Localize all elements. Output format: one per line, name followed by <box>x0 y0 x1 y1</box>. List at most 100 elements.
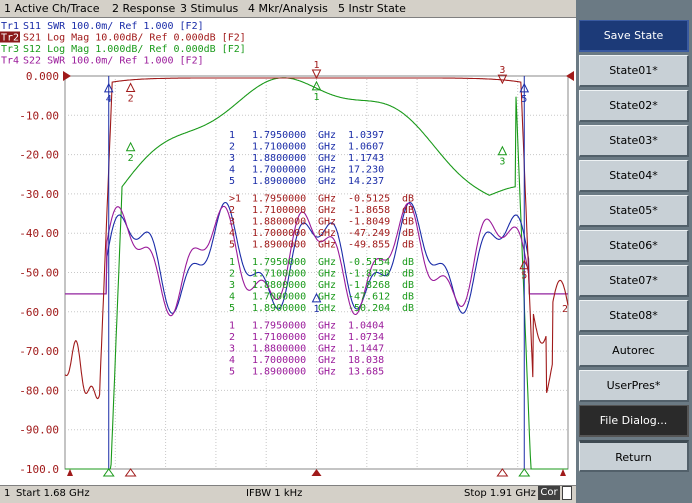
menu-stimulus[interactable]: 3 Stimulus <box>180 2 238 15</box>
state01-button[interactable]: State01* <box>579 55 689 87</box>
marker-value: 17.230 <box>348 165 384 176</box>
marker-label: 2 <box>128 153 134 164</box>
marker-value: -1.8658 <box>348 205 390 216</box>
y-tick-label: -80.00 <box>19 384 59 397</box>
y-tick-label: -50.00 <box>19 267 59 280</box>
marker-unit: GHz <box>318 130 336 141</box>
trace-label: Tr4 <box>1 56 19 67</box>
channel-number: 1 <box>4 488 11 499</box>
marker-value: 1.0397 <box>348 130 384 141</box>
marker-id: 5 <box>229 367 235 378</box>
stop-frequency[interactable]: Stop 1.91 GHz <box>464 488 536 499</box>
marker-value-unit: dB <box>402 228 414 239</box>
trace-setting: S21 Log Mag 10.00dB/ Ref 0.000dB [F2] <box>23 33 246 44</box>
marker-unit: GHz <box>318 205 336 216</box>
save-state-header[interactable]: Save State <box>579 20 689 52</box>
marker-frequency: 1.7950000 <box>252 130 306 141</box>
marker-label: 1 <box>314 304 320 315</box>
trace-display[interactable]: Tr1 S11 SWR 100.0m/ Ref 1.000 [F2] Tr2 S21 … <box>0 18 576 485</box>
userpres-button[interactable]: UserPres* <box>579 370 689 402</box>
marker-id: 5 <box>229 303 235 314</box>
trace-setting: S12 Log Mag 1.000dB/ Ref 0.000dB [F2] <box>23 44 246 55</box>
marker-label: 1 <box>314 60 320 71</box>
marker-value: -49.855 <box>348 240 390 251</box>
marker-frequency: 1.7950000 <box>252 257 306 268</box>
start-marker <box>67 469 73 476</box>
menu-mkr-analysis[interactable]: 4 Mkr/Analysis <box>248 2 328 15</box>
y-tick-label: -90.00 <box>19 424 59 437</box>
marker-id: 3 <box>229 217 235 228</box>
marker-frequency: 1.7100000 <box>252 205 306 216</box>
marker-value: 1.0734 <box>348 332 384 343</box>
menu-response[interactable]: 2 Response <box>112 2 175 15</box>
marker-frequency: 1.7000000 <box>252 228 306 239</box>
marker-value: 1.0404 <box>348 321 384 332</box>
marker-id: 1 <box>229 321 235 332</box>
menu-active-ch-trace[interactable]: 1 Active Ch/Trace <box>4 2 100 15</box>
marker-frequency: 1.7100000 <box>252 269 306 280</box>
marker-value: 18.038 <box>348 355 384 366</box>
state02-button[interactable]: State02* <box>579 90 689 122</box>
marker-id: 2 <box>229 142 235 153</box>
marker-id: 2 <box>229 269 235 280</box>
marker-value-unit: dB <box>402 303 414 314</box>
marker-id: 3 <box>229 344 235 355</box>
marker-value: -0.5154 <box>348 257 390 268</box>
trace-label: Tr1 <box>1 21 19 32</box>
autorec-button[interactable]: Autorec <box>579 335 689 367</box>
marker-value: -1.8049 <box>348 217 390 228</box>
marker-label: 5 <box>521 271 527 282</box>
menu-instr-state[interactable]: 5 Instr State <box>338 2 406 15</box>
state07-button[interactable]: State07* <box>579 265 689 297</box>
marker-frequency: 1.7950000 <box>252 194 306 205</box>
file-dialog-button[interactable]: File Dialog... <box>579 405 689 437</box>
status-bar: 1 Start 1.68 GHz IFBW 1 kHz Stop 1.91 GH… <box>0 485 576 503</box>
marker-id: 5 <box>229 240 235 251</box>
marker-id: 4 <box>229 165 235 176</box>
ifbw-setting[interactable]: IFBW 1 kHz <box>246 488 302 499</box>
state06-button[interactable]: State06* <box>579 230 689 262</box>
state04-button[interactable]: State04* <box>579 160 689 192</box>
marker-value-unit: dB <box>402 205 414 216</box>
marker-frequency: 1.7950000 <box>252 321 306 332</box>
stimulus-marker <box>496 468 509 477</box>
active-marker-indicator <box>311 469 322 476</box>
marker-id: 4 <box>229 292 235 303</box>
marker-value-unit: dB <box>402 257 414 268</box>
marker-unit: GHz <box>318 355 336 366</box>
marker-unit: GHz <box>318 240 336 251</box>
state08-button[interactable]: State08* <box>579 300 689 332</box>
start-frequency[interactable]: Start 1.68 GHz <box>16 488 90 499</box>
marker-label: 3 <box>499 157 505 168</box>
state05-button[interactable]: State05* <box>579 195 689 227</box>
marker-id: 1 <box>229 130 235 141</box>
marker-unit: GHz <box>318 280 336 291</box>
marker-frequency: 1.8800000 <box>252 280 306 291</box>
marker-unit: GHz <box>318 257 336 268</box>
stimulus-markers <box>67 468 566 477</box>
softkey-panel: Save State State01* State02* State03* St… <box>576 0 692 503</box>
marker-value: -50.204 <box>348 303 390 314</box>
marker-unit: GHz <box>318 344 336 355</box>
marker-frequency: 1.7000000 <box>252 165 306 176</box>
return-button[interactable]: Return <box>579 440 689 472</box>
marker-value: -1.8268 <box>348 280 390 291</box>
state03-button[interactable]: State03* <box>579 125 689 157</box>
stimulus-marker <box>102 468 115 477</box>
marker-unit: GHz <box>318 228 336 239</box>
marker-frequency: 1.8900000 <box>252 367 306 378</box>
marker-label: 5 <box>521 94 527 105</box>
marker-value: 14.237 <box>348 176 384 187</box>
marker-id: 4 <box>229 355 235 366</box>
trace-plot[interactable]: Tr1 S11 SWR 100.0m/ Ref 1.000 [F2] Tr2 S21 … <box>0 18 576 485</box>
marker-value-unit: dB <box>402 217 414 228</box>
marker-label: 3 <box>499 65 505 76</box>
marker-label: 2 <box>128 93 134 104</box>
marker-value: 1.0607 <box>348 142 384 153</box>
marker-value: 1.1447 <box>348 344 384 355</box>
marker-unit: GHz <box>318 165 336 176</box>
marker-value-unit: dB <box>402 269 414 280</box>
marker-unit: GHz <box>318 153 336 164</box>
trace-setting: S22 SWR 100.0m/ Ref 1.000 [F2] <box>23 56 204 67</box>
y-tick-label: 0.000 <box>26 70 59 83</box>
